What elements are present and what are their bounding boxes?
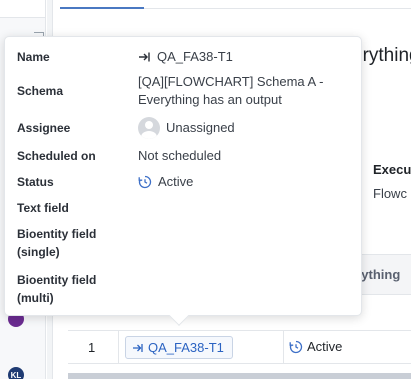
- field-value-name: QA_FA38-T1: [138, 48, 233, 66]
- status-label: Active: [158, 174, 194, 189]
- field-value-schema: [QA][FLOWCHART] Schema A - Everything ha…: [138, 74, 324, 107]
- column-divider: [118, 331, 119, 363]
- run-link-label: QA_FA38-T1: [148, 340, 224, 355]
- run-name: QA_FA38-T1: [157, 49, 233, 64]
- status-active-icon: [289, 340, 303, 354]
- field-value-status: Active: [138, 173, 193, 191]
- column-divider: [283, 331, 284, 363]
- field-label-text: Text field: [17, 201, 69, 215]
- run-arrow-icon: [132, 342, 144, 354]
- execution-value: Flowc: [373, 186, 407, 201]
- assignee-name: Unassigned: [166, 120, 235, 135]
- horizontal-scrollbar[interactable]: [68, 373, 411, 379]
- sidebar-top-item[interactable]: [0, 0, 46, 18]
- user-avatar-icon: [138, 117, 160, 139]
- run-arrow-icon: [138, 51, 151, 63]
- status-label: Active: [307, 339, 343, 354]
- field-label-bioentity-multi: Bioentity field (multi): [17, 273, 97, 305]
- status-active-icon: [138, 175, 152, 189]
- field-value-scheduled: Not scheduled: [138, 148, 222, 163]
- tab-divider: [144, 8, 411, 9]
- field-label-schema: Schema: [17, 84, 64, 98]
- avatar-initials: KL: [10, 370, 22, 379]
- field-label-status: Status: [17, 175, 54, 189]
- table-row[interactable]: 1 QA_FA38-T1 Active: [68, 330, 411, 364]
- field-label-bioentity-single: Bioentity field (single): [17, 227, 97, 259]
- field-label-scheduled: Scheduled on: [17, 149, 96, 163]
- field-label-name: Name: [17, 50, 50, 64]
- run-link[interactable]: QA_FA38-T1: [125, 336, 233, 359]
- avatar[interactable]: KL: [8, 367, 24, 379]
- status-badge: Active: [289, 339, 342, 354]
- field-label-assignee: Assignee: [17, 121, 71, 135]
- execution-header: Execu: [373, 162, 411, 177]
- field-value-assignee: Unassigned: [138, 117, 235, 139]
- row-index: 1: [88, 340, 96, 355]
- run-details-popover: Name QA_FA38-T1 Schema [QA][FLOWCHART] S…: [4, 36, 362, 316]
- active-tab-indicator: [60, 7, 144, 9]
